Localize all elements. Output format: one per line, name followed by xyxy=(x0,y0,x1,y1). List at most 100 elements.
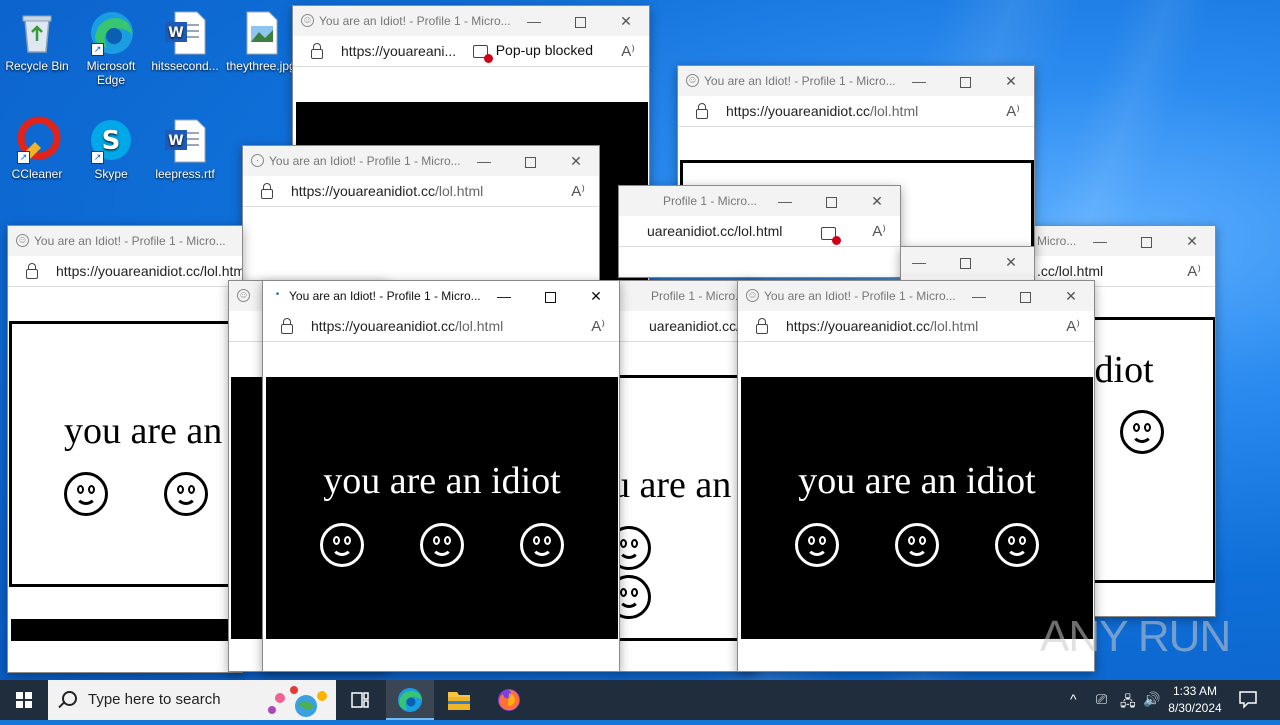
minimize-button[interactable]: — xyxy=(481,281,527,311)
desktop-icon-label: Microsoft Edge xyxy=(86,59,136,87)
title-bar[interactable]: · You are an Idiot! - Profile 1 - Micro.… xyxy=(243,146,599,176)
maximize-button[interactable] xyxy=(527,281,573,311)
title-bar[interactable]: Profile 1 - Micro... — ✕ xyxy=(619,186,900,216)
address-bar[interactable]: https://youareanidiot.cc/lol.html A⁾ xyxy=(243,176,599,207)
title-bar[interactable]: Micro... — ✕ xyxy=(1031,226,1215,256)
meet-now-icon[interactable]: ⎚ xyxy=(1096,691,1107,708)
minimize-button[interactable]: — xyxy=(901,247,942,277)
address-bar[interactable]: uareanidiot.cc/lol.html A⁾ xyxy=(619,216,900,247)
address-bar[interactable]: https://youareanidiot.cc/lol.html A⁾ xyxy=(678,96,1034,127)
desktop-icon-leepress[interactable]: W leepress.rtf xyxy=(150,116,220,181)
desktop-icon-label: CCleaner xyxy=(11,167,63,181)
smiley-icon xyxy=(995,523,1040,567)
word-document-icon: W xyxy=(161,8,209,56)
browser-window[interactable]: ☺ You are an Idiot! - Profile 1 - Micro.… xyxy=(7,225,243,673)
browser-window[interactable]: Profile 1 - Micro... — ✕ uareanidiot.cc/… xyxy=(618,185,901,278)
smiley-favicon-icon: ☺ xyxy=(16,234,29,247)
clock-date: 8/30/2024 xyxy=(1168,701,1222,715)
read-aloud-icon[interactable]: A⁾ xyxy=(621,42,635,60)
show-hidden-icons-chevron-icon[interactable]: ^ xyxy=(1070,691,1077,707)
title-bar[interactable]: — ✕ xyxy=(901,247,1034,277)
network-icon[interactable]: 🖧 xyxy=(1120,691,1136,715)
start-button[interactable] xyxy=(0,680,48,720)
popup-blocked-indicator[interactable]: Pop-up blocked xyxy=(472,42,593,63)
smiley-row xyxy=(266,523,618,572)
maximize-button[interactable] xyxy=(507,146,553,176)
search-highlight-icon xyxy=(264,684,330,722)
desktop-icon-ccleaner[interactable]: ↗ CCleaner xyxy=(2,116,72,181)
idiot-panel xyxy=(11,619,241,641)
minimize-button[interactable]: — xyxy=(511,6,557,36)
desktop-icon-hitssecond[interactable]: W hitssecond... xyxy=(150,8,220,73)
desktop-icon-recycle-bin[interactable]: Recycle Bin xyxy=(2,8,72,73)
close-button[interactable]: ✕ xyxy=(854,186,900,216)
close-button[interactable]: ✕ xyxy=(553,146,599,176)
close-button[interactable]: ✕ xyxy=(603,6,649,36)
maximize-button[interactable] xyxy=(1123,226,1169,256)
desktop-icon-edge[interactable]: ↗ Microsoft Edge xyxy=(76,8,146,87)
windows-logo-icon xyxy=(16,692,32,708)
close-button[interactable]: ✕ xyxy=(1169,226,1215,256)
taskbar-file-explorer-button[interactable] xyxy=(435,680,483,720)
maximize-button[interactable] xyxy=(1002,281,1048,311)
maximize-button[interactable] xyxy=(942,66,988,96)
address-bar[interactable]: https://youareanidiot.cc/lol.htm xyxy=(8,256,242,287)
title-bar[interactable]: ☺ You are an Idiot! - Profile 1 - Micro.… xyxy=(8,226,242,256)
minimize-button[interactable]: — xyxy=(956,281,1002,311)
search-box[interactable]: Type here to search xyxy=(48,680,336,720)
maximize-button[interactable] xyxy=(942,247,988,277)
task-view-button[interactable] xyxy=(336,680,384,720)
desktop-icon-label: Recycle Bin xyxy=(5,59,69,73)
minimize-button[interactable]: — xyxy=(461,146,507,176)
smiley-icon xyxy=(619,575,651,619)
title-bar[interactable]: ☺ You are an Idiot! - Profile 1 - Micro.… xyxy=(738,281,1094,311)
idiot-panel: you are an idiot xyxy=(266,377,618,639)
read-aloud-icon[interactable]: A⁾ xyxy=(1006,102,1020,120)
folder-icon xyxy=(448,692,470,710)
close-button[interactable]: ✕ xyxy=(988,66,1034,96)
read-aloud-icon[interactable]: A⁾ xyxy=(571,182,585,200)
address-bar[interactable]: https://youareanidiot.cc/lol.html A⁾ xyxy=(263,311,619,342)
page-content: you are an xyxy=(8,287,242,672)
title-bar[interactable]: ☺ You are an Idiot! - Profile 1 - Micro.… xyxy=(678,66,1034,96)
taskbar-edge-button[interactable] xyxy=(386,680,434,720)
address-bar[interactable]: https://youareanidiot.cc/lol.html A⁾ xyxy=(738,311,1094,342)
minimize-button[interactable]: — xyxy=(896,66,942,96)
smiley-icon xyxy=(319,523,364,567)
svg-text:S: S xyxy=(102,126,121,156)
title-bar[interactable]: ☺ You are an Idiot! - Profile 1 - Micro.… xyxy=(293,6,649,36)
minimize-button[interactable]: — xyxy=(762,186,808,216)
browser-window-active[interactable]: • You are an Idiot! - Profile 1 - Micro.… xyxy=(262,280,620,672)
read-aloud-icon[interactable]: A⁾ xyxy=(1066,317,1080,335)
read-aloud-icon[interactable]: A⁾ xyxy=(591,317,605,335)
address-bar[interactable]: https://youareani... Pop-up blocked A⁾ xyxy=(293,36,649,67)
close-button[interactable]: ✕ xyxy=(1048,281,1094,311)
maximize-button[interactable] xyxy=(557,6,603,36)
close-button[interactable]: ✕ xyxy=(988,247,1034,277)
url-text: https://youareanidiot.cc/lol.htm xyxy=(56,263,243,279)
clock[interactable]: 1:33 AM 8/30/2024 xyxy=(1160,683,1230,717)
read-aloud-icon[interactable]: A⁾ xyxy=(872,222,886,240)
url-text: https://youareanidiot.cc/lol.html xyxy=(786,318,979,334)
smiley-row xyxy=(741,523,1093,572)
lock-icon xyxy=(261,183,273,199)
edge-icon: ↗ xyxy=(87,8,135,56)
desktop-icon-theythree[interactable]: theythree.jpg xyxy=(226,8,296,73)
popup-blocked-icon[interactable] xyxy=(821,224,844,245)
close-button[interactable]: ✕ xyxy=(573,281,619,311)
read-aloud-icon[interactable]: A⁾ xyxy=(1187,262,1201,280)
desktop-icon-skype[interactable]: S ↗ Skype xyxy=(76,116,146,181)
smiley-icon xyxy=(794,523,839,567)
smiley-icon xyxy=(420,523,464,567)
maximize-button[interactable] xyxy=(808,186,854,216)
window-title: You are an Idiot! - Profile 1 - Micro... xyxy=(764,289,956,303)
notification-center-icon[interactable] xyxy=(1238,689,1258,712)
taskbar-firefox-button[interactable] xyxy=(485,680,533,720)
volume-icon[interactable]: 🔊 xyxy=(1143,691,1160,708)
browser-window[interactable]: — ✕ xyxy=(900,246,1035,281)
smiley-icon xyxy=(164,472,209,516)
loading-favicon-icon: · xyxy=(251,154,264,167)
window-title: You are an Idiot! - Profile 1 - Micro... xyxy=(704,74,896,88)
title-bar[interactable]: • You are an Idiot! - Profile 1 - Micro.… xyxy=(263,281,619,311)
minimize-button[interactable]: — xyxy=(1077,226,1123,256)
